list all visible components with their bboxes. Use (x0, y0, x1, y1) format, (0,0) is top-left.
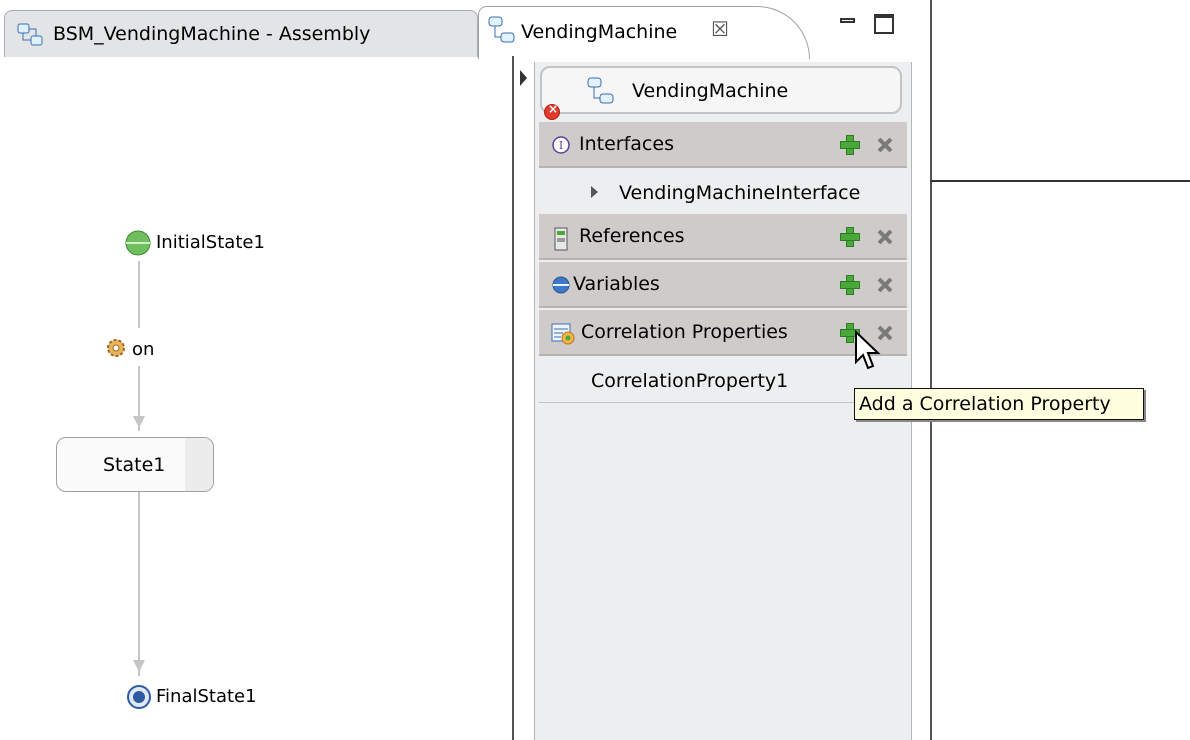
tab-assembly[interactable]: BSM_VendingMachine - Assembly (4, 10, 478, 57)
section-references-label: References (579, 225, 685, 247)
initial-state-icon[interactable] (124, 229, 152, 257)
section-references[interactable]: References (539, 214, 907, 260)
section-correlation-label: Correlation Properties (581, 321, 788, 343)
diagram-connectors (133, 261, 145, 676)
interface-item-label: VendingMachineInterface (619, 182, 861, 204)
initial-state-label[interactable]: InitialState1 (156, 232, 265, 253)
canvas-divider (512, 56, 514, 740)
expand-panel-arrow-icon[interactable] (520, 70, 527, 86)
final-state-icon[interactable] (126, 684, 152, 710)
add-variable-icon[interactable] (839, 274, 861, 296)
tab-assembly-label: BSM_VendingMachine - Assembly (53, 23, 371, 45)
mouse-pointer-icon (854, 329, 882, 376)
minimize-button[interactable] (836, 12, 860, 34)
gear-icon[interactable] (104, 336, 128, 360)
section-correlation-properties[interactable]: Correlation Properties (539, 310, 907, 356)
correlation-property-icon (551, 323, 575, 345)
variable-icon (551, 275, 571, 295)
add-interface-icon[interactable] (839, 134, 861, 156)
maximize-button[interactable] (872, 12, 896, 36)
section-interfaces-label: Interfaces (579, 133, 674, 155)
assembly-icon (17, 23, 43, 51)
vendingmachine-title: VendingMachine (632, 80, 789, 102)
add-reference-icon[interactable] (839, 226, 861, 248)
svg-text:I: I (559, 139, 563, 152)
interface-item[interactable]: VendingMachineInterface (539, 170, 907, 216)
assembly-connector-line (930, 180, 1190, 182)
transition-label[interactable]: on (132, 339, 154, 360)
state-machine-icon (586, 76, 616, 110)
state-node[interactable]: State1 (56, 437, 214, 492)
editor-border (930, 0, 932, 740)
vendingmachine-header-button[interactable]: VendingMachine (540, 66, 902, 120)
section-interfaces[interactable]: I Interfaces (539, 122, 907, 168)
editor-tab-strip: BSM_VendingMachine - Assembly VendingMac… (0, 0, 930, 59)
close-tab-icon[interactable]: ☒ (711, 17, 729, 41)
final-state-label[interactable]: FinalState1 (156, 686, 257, 707)
state-node-label: State1 (103, 454, 166, 476)
correlation-property-item-label: CorrelationProperty1 (591, 370, 789, 392)
row-divider (539, 402, 907, 403)
reference-icon (551, 227, 571, 251)
state-node-pane (185, 438, 213, 491)
delete-variable-icon[interactable] (875, 275, 895, 295)
tab-vendingmachine-label: VendingMachine (521, 21, 678, 43)
tooltip-text: Add a Correlation Property (859, 393, 1111, 415)
interface-icon: I (551, 135, 571, 155)
state-machine-icon (487, 13, 517, 51)
delete-reference-icon[interactable] (875, 227, 895, 247)
section-variables-label: Variables (573, 273, 660, 295)
error-badge-icon (544, 102, 560, 120)
tooltip: Add a Correlation Property (854, 388, 1144, 420)
correlation-property-item[interactable]: CorrelationProperty1 (539, 358, 907, 404)
delete-interface-icon[interactable] (875, 135, 895, 155)
window-controls (836, 12, 904, 40)
section-variables[interactable]: Variables (539, 262, 907, 308)
expand-arrow-icon[interactable] (591, 186, 598, 198)
tab-vendingmachine[interactable]: VendingMachine ☒ (478, 6, 810, 59)
